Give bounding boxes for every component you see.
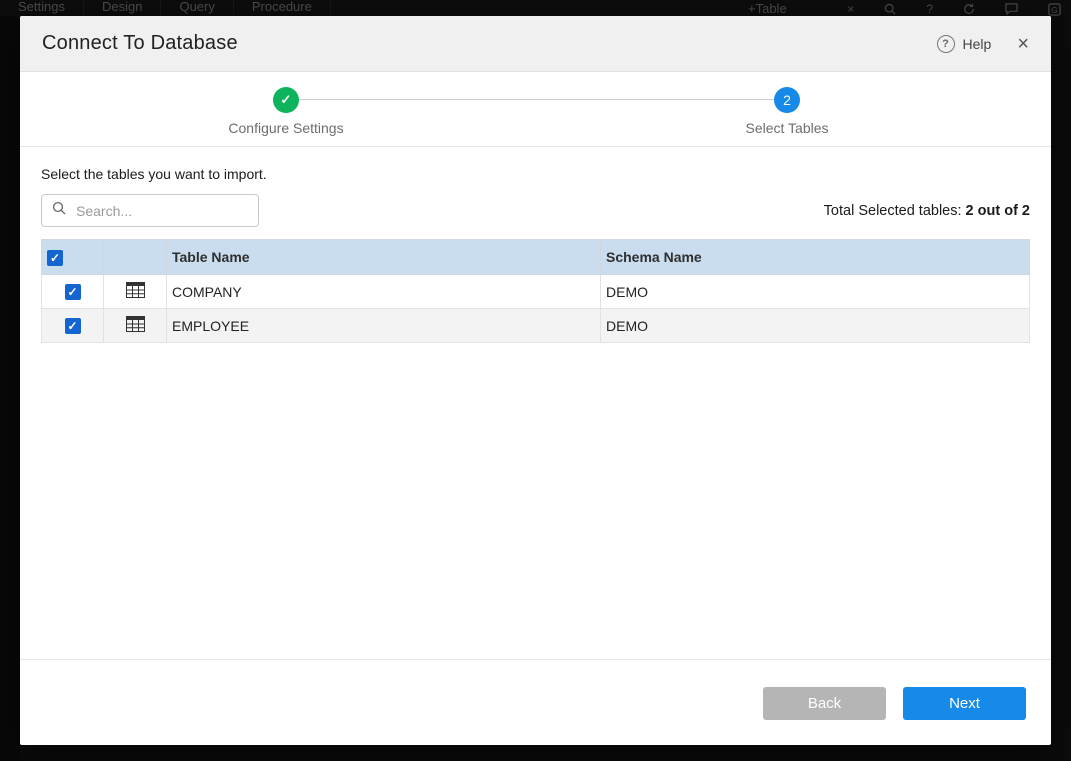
table-icon	[126, 282, 145, 301]
total-selected-value: 2 out of 2	[966, 203, 1030, 219]
wizard-stepper: ✓ Configure Settings 2 Select Tables	[20, 72, 1051, 147]
search-box	[41, 194, 259, 227]
table-name-cell: COMPANY	[167, 275, 601, 309]
close-icon[interactable]: ×	[1017, 34, 1029, 54]
table-icon	[126, 316, 145, 335]
icon-column-header	[104, 240, 167, 275]
step-label-configure-settings: Configure Settings	[186, 120, 386, 136]
back-button[interactable]: Back	[763, 687, 886, 720]
dialog-title: Connect To Database	[42, 32, 238, 55]
schema-name-cell: DEMO	[601, 309, 1030, 343]
total-selected-text: Total Selected tables: 2 out of 2	[824, 203, 1030, 219]
dialog-body: Select the tables you want to import. To…	[20, 166, 1051, 343]
step-complete-icon: ✓	[273, 87, 299, 113]
schema-name-cell: DEMO	[601, 275, 1030, 309]
step-select-tables: 2 Select Tables	[687, 87, 887, 136]
total-selected-label: Total Selected tables:	[824, 203, 962, 219]
help-button[interactable]: ? Help	[937, 35, 992, 53]
search-icon	[52, 201, 66, 220]
next-button[interactable]: Next	[903, 687, 1026, 720]
instruction-text: Select the tables you want to import.	[41, 166, 1030, 182]
table-row[interactable]: ✓ COMPANY DEMO	[42, 275, 1030, 309]
table-row[interactable]: ✓ EMPLOYEE DEMO	[42, 309, 1030, 343]
table-name-header: Table Name	[167, 240, 601, 275]
row-checkbox[interactable]: ✓	[65, 318, 81, 334]
step-number: 2	[783, 92, 791, 108]
dialog-header: Connect To Database ? Help ×	[20, 16, 1051, 72]
row-checkbox[interactable]: ✓	[65, 284, 81, 300]
grid-header-row: ✓ Table Name Schema Name	[42, 240, 1030, 275]
step-label-select-tables: Select Tables	[687, 120, 887, 136]
select-all-checkbox[interactable]: ✓	[47, 250, 63, 266]
table-name-cell: EMPLOYEE	[167, 309, 601, 343]
connect-database-dialog: Connect To Database ? Help × ✓ Configure…	[20, 16, 1051, 745]
search-input[interactable]	[74, 202, 248, 220]
schema-name-header: Schema Name	[601, 240, 1030, 275]
help-label: Help	[963, 36, 992, 52]
dialog-footer: Back Next	[20, 659, 1051, 745]
step-number-badge: 2	[774, 87, 800, 113]
check-icon: ✓	[281, 92, 292, 108]
step-configure-settings[interactable]: ✓ Configure Settings	[186, 87, 386, 136]
tables-grid: ✓ Table Name Schema Name ✓	[41, 239, 1030, 343]
help-icon: ?	[937, 35, 955, 53]
